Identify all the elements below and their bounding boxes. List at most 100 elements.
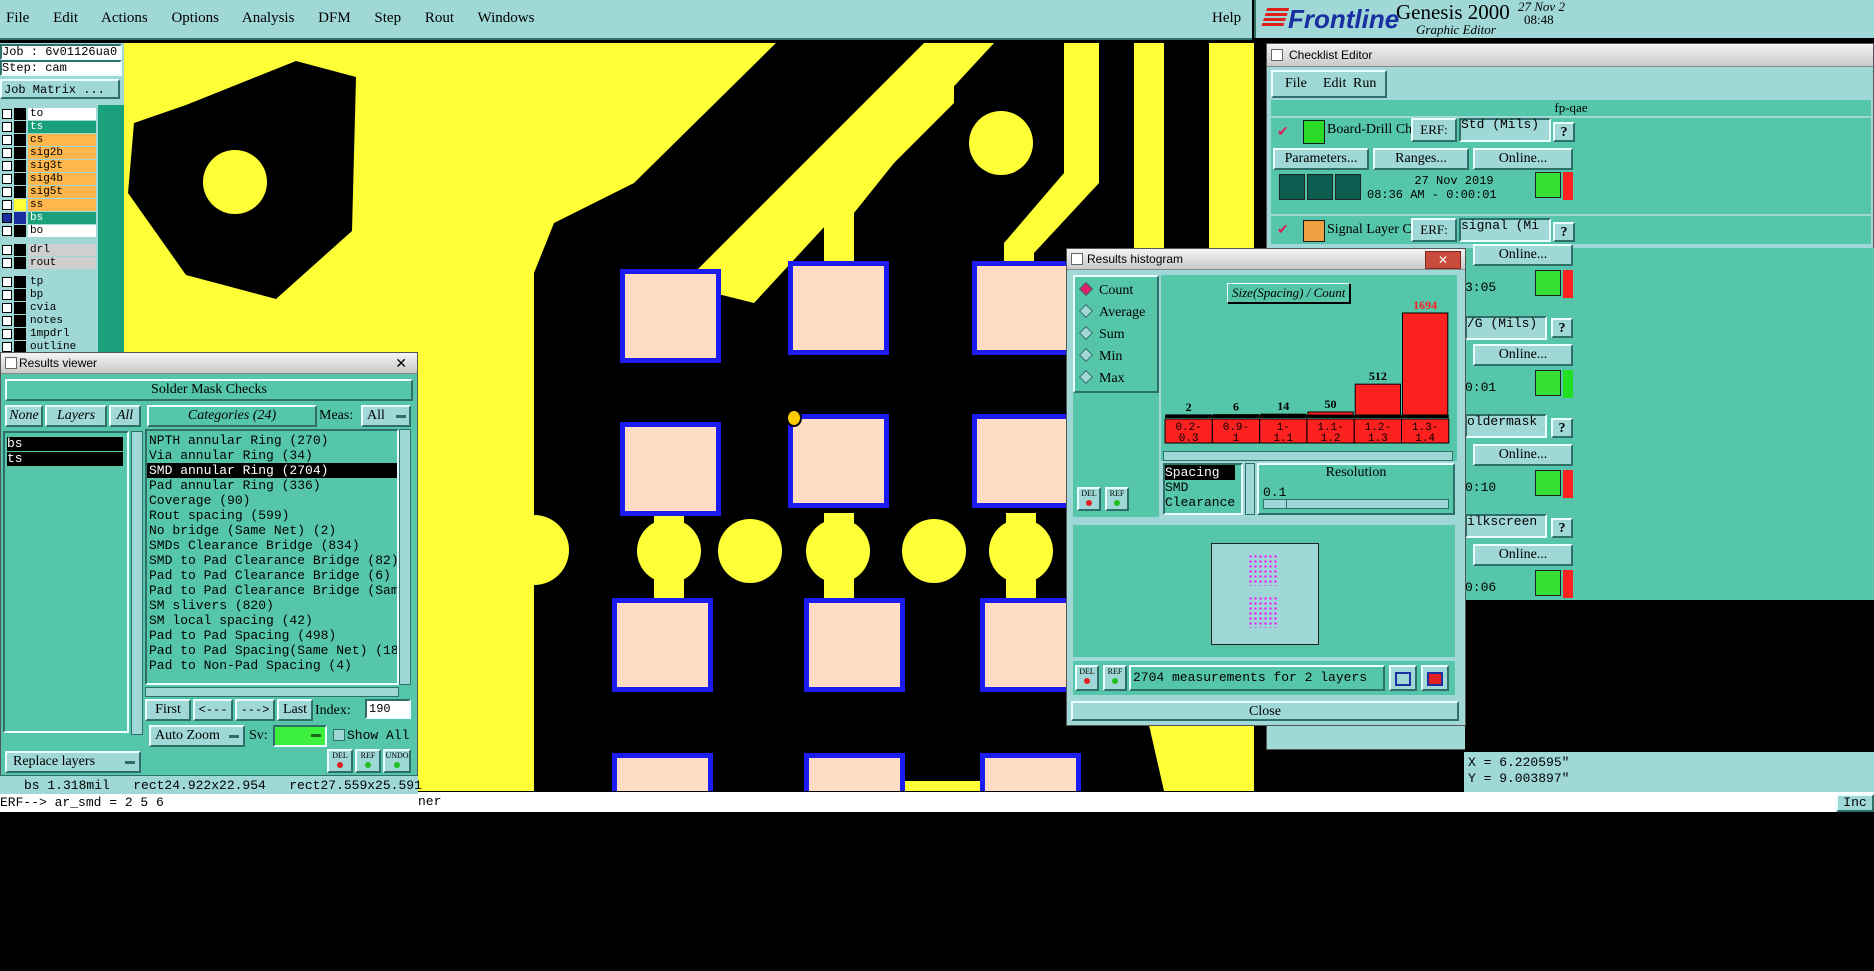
histogram-bar[interactable]: [1354, 383, 1401, 416]
run-action-icon[interactable]: [1335, 174, 1361, 200]
histogram-bar[interactable]: [1212, 414, 1260, 416]
none-button[interactable]: None: [5, 405, 43, 427]
layer-checkbox[interactable]: [2, 161, 12, 171]
parameters-button[interactable]: Parameters...: [1273, 148, 1369, 170]
menu-dfm[interactable]: DFM: [318, 10, 351, 26]
layer-checkbox[interactable]: [2, 187, 12, 197]
meas-select[interactable]: All: [361, 405, 411, 427]
smd-pad[interactable]: [788, 261, 889, 355]
check1-erf-value[interactable]: Std (Mils): [1459, 118, 1551, 142]
index-input[interactable]: 190: [365, 699, 411, 719]
help-button[interactable]: ?: [1553, 122, 1575, 142]
category-item[interactable]: Pad to Pad Clearance Bridge (6): [147, 568, 397, 583]
checklist-menu-file[interactable]: File: [1285, 76, 1307, 92]
menu-analysis[interactable]: Analysis: [242, 10, 295, 26]
menu-edit[interactable]: Edit: [53, 10, 78, 26]
smd-pad[interactable]: [972, 414, 1073, 508]
category-hscrollbar[interactable]: [145, 687, 399, 697]
layer-checkbox[interactable]: [2, 135, 12, 145]
help-button[interactable]: ?: [1551, 518, 1573, 538]
checklist-menu-run[interactable]: Run: [1353, 76, 1376, 92]
layer-checkbox[interactable]: [2, 148, 12, 158]
help-button[interactable]: ?: [1553, 222, 1575, 242]
hist-ref-button[interactable]: REF: [1105, 487, 1129, 511]
category-item[interactable]: SMDs Clearance Bridge (834): [147, 538, 397, 553]
layer-affected-indicator[interactable]: [14, 134, 26, 146]
category-item[interactable]: NPTH annular Ring (270): [147, 433, 397, 448]
hist-del-button[interactable]: DEL: [1077, 487, 1101, 511]
category-item[interactable]: No bridge (Same Net) (2): [147, 523, 397, 538]
run-action-icon[interactable]: [1307, 174, 1333, 200]
layer-affected-indicator[interactable]: [14, 108, 26, 120]
result-layer-item[interactable]: bs: [7, 437, 123, 451]
help-button[interactable]: ?: [1551, 318, 1573, 338]
layer-checkbox[interactable]: [2, 316, 12, 326]
first-button[interactable]: First: [145, 699, 191, 721]
next-button[interactable]: --->: [235, 699, 275, 721]
auto-zoom-select[interactable]: Auto Zoom: [149, 725, 245, 747]
resolution-slider[interactable]: [1263, 499, 1449, 509]
measure-item[interactable]: Clearance: [1165, 495, 1241, 510]
help-button[interactable]: ?: [1551, 418, 1573, 438]
layer-affected-indicator[interactable]: [14, 186, 26, 198]
ref-button[interactable]: REF: [355, 749, 381, 773]
zoom-icon[interactable]: [1535, 172, 1561, 198]
close-icon[interactable]: ✕: [1425, 251, 1461, 269]
check-enabled-icon[interactable]: ✔: [1277, 222, 1289, 239]
measure-item[interactable]: Spacing: [1165, 465, 1235, 480]
layer-affected-indicator[interactable]: [14, 160, 26, 172]
layer-affected-indicator[interactable]: [14, 225, 26, 237]
category-item[interactable]: Pad to Pad Spacing (498): [147, 628, 397, 643]
ranges-button[interactable]: Ranges...: [1373, 148, 1469, 170]
smd-pad[interactable]: [612, 753, 713, 791]
checklist-menu-edit[interactable]: Edit: [1323, 76, 1346, 92]
layer-checkbox[interactable]: [2, 122, 12, 132]
layer-affected-indicator[interactable]: [14, 147, 26, 159]
layer-checkbox[interactable]: [2, 258, 12, 268]
check-enabled-icon[interactable]: ✔: [1277, 124, 1289, 141]
smd-pad[interactable]: [804, 598, 905, 692]
chart-view-icon[interactable]: [1389, 665, 1417, 691]
summary-ref-button[interactable]: REF: [1103, 665, 1127, 691]
layer-affected-indicator[interactable]: [14, 121, 26, 133]
menu-actions[interactable]: Actions: [101, 10, 148, 26]
histogram-bar[interactable]: [1260, 413, 1307, 416]
layer-checkbox[interactable]: [2, 342, 12, 352]
undo-button[interactable]: UNDO: [383, 749, 411, 773]
smd-pad[interactable]: [972, 261, 1073, 355]
smd-pad[interactable]: [788, 414, 889, 508]
online-button[interactable]: Online...: [1473, 444, 1573, 466]
zoom-icon[interactable]: [1535, 270, 1561, 296]
layer-affected-indicator[interactable]: [14, 302, 26, 314]
run-action-icon[interactable]: [1279, 174, 1305, 200]
layer-checkbox[interactable]: [2, 303, 12, 313]
menu-step[interactable]: Step: [374, 10, 401, 26]
layer-affected-indicator[interactable]: [14, 257, 26, 269]
all-button[interactable]: All: [109, 405, 141, 427]
layer-checkbox[interactable]: [2, 174, 12, 184]
measure-item[interactable]: SMD: [1165, 480, 1241, 495]
resolution-slider-thumb[interactable]: [1264, 500, 1287, 508]
category-item[interactable]: SM slivers (820): [147, 598, 397, 613]
smd-pad[interactable]: [612, 598, 713, 692]
layer-affected-indicator[interactable]: [14, 244, 26, 256]
layer-checkbox[interactable]: [2, 245, 12, 255]
histogram-bar[interactable]: [1307, 411, 1354, 416]
zoom-icon[interactable]: [1535, 470, 1561, 496]
summary-del-button[interactable]: DEL: [1075, 665, 1099, 691]
side-erf[interactable]: oldermask: [1465, 414, 1547, 438]
category-item[interactable]: SM local spacing (42): [147, 613, 397, 628]
layers-button[interactable]: Layers: [45, 405, 107, 427]
close-icon[interactable]: ✕: [395, 353, 407, 373]
job-matrix-button[interactable]: Job Matrix ...: [0, 79, 120, 99]
show-all-checkbox[interactable]: [333, 729, 345, 741]
layer-checkbox[interactable]: [2, 329, 12, 339]
last-button[interactable]: Last: [277, 699, 313, 721]
smd-pad[interactable]: [620, 269, 721, 363]
category-list[interactable]: NPTH annular Ring (270) Via annular Ring …: [145, 429, 399, 685]
category-item[interactable]: Coverage (90): [147, 493, 397, 508]
layer-affected-indicator[interactable]: [14, 315, 26, 327]
menu-options[interactable]: Options: [171, 10, 219, 26]
category-item[interactable]: Pad to Pad Clearance Bridge (Same: [147, 583, 397, 598]
category-scrollbar[interactable]: [399, 429, 411, 685]
